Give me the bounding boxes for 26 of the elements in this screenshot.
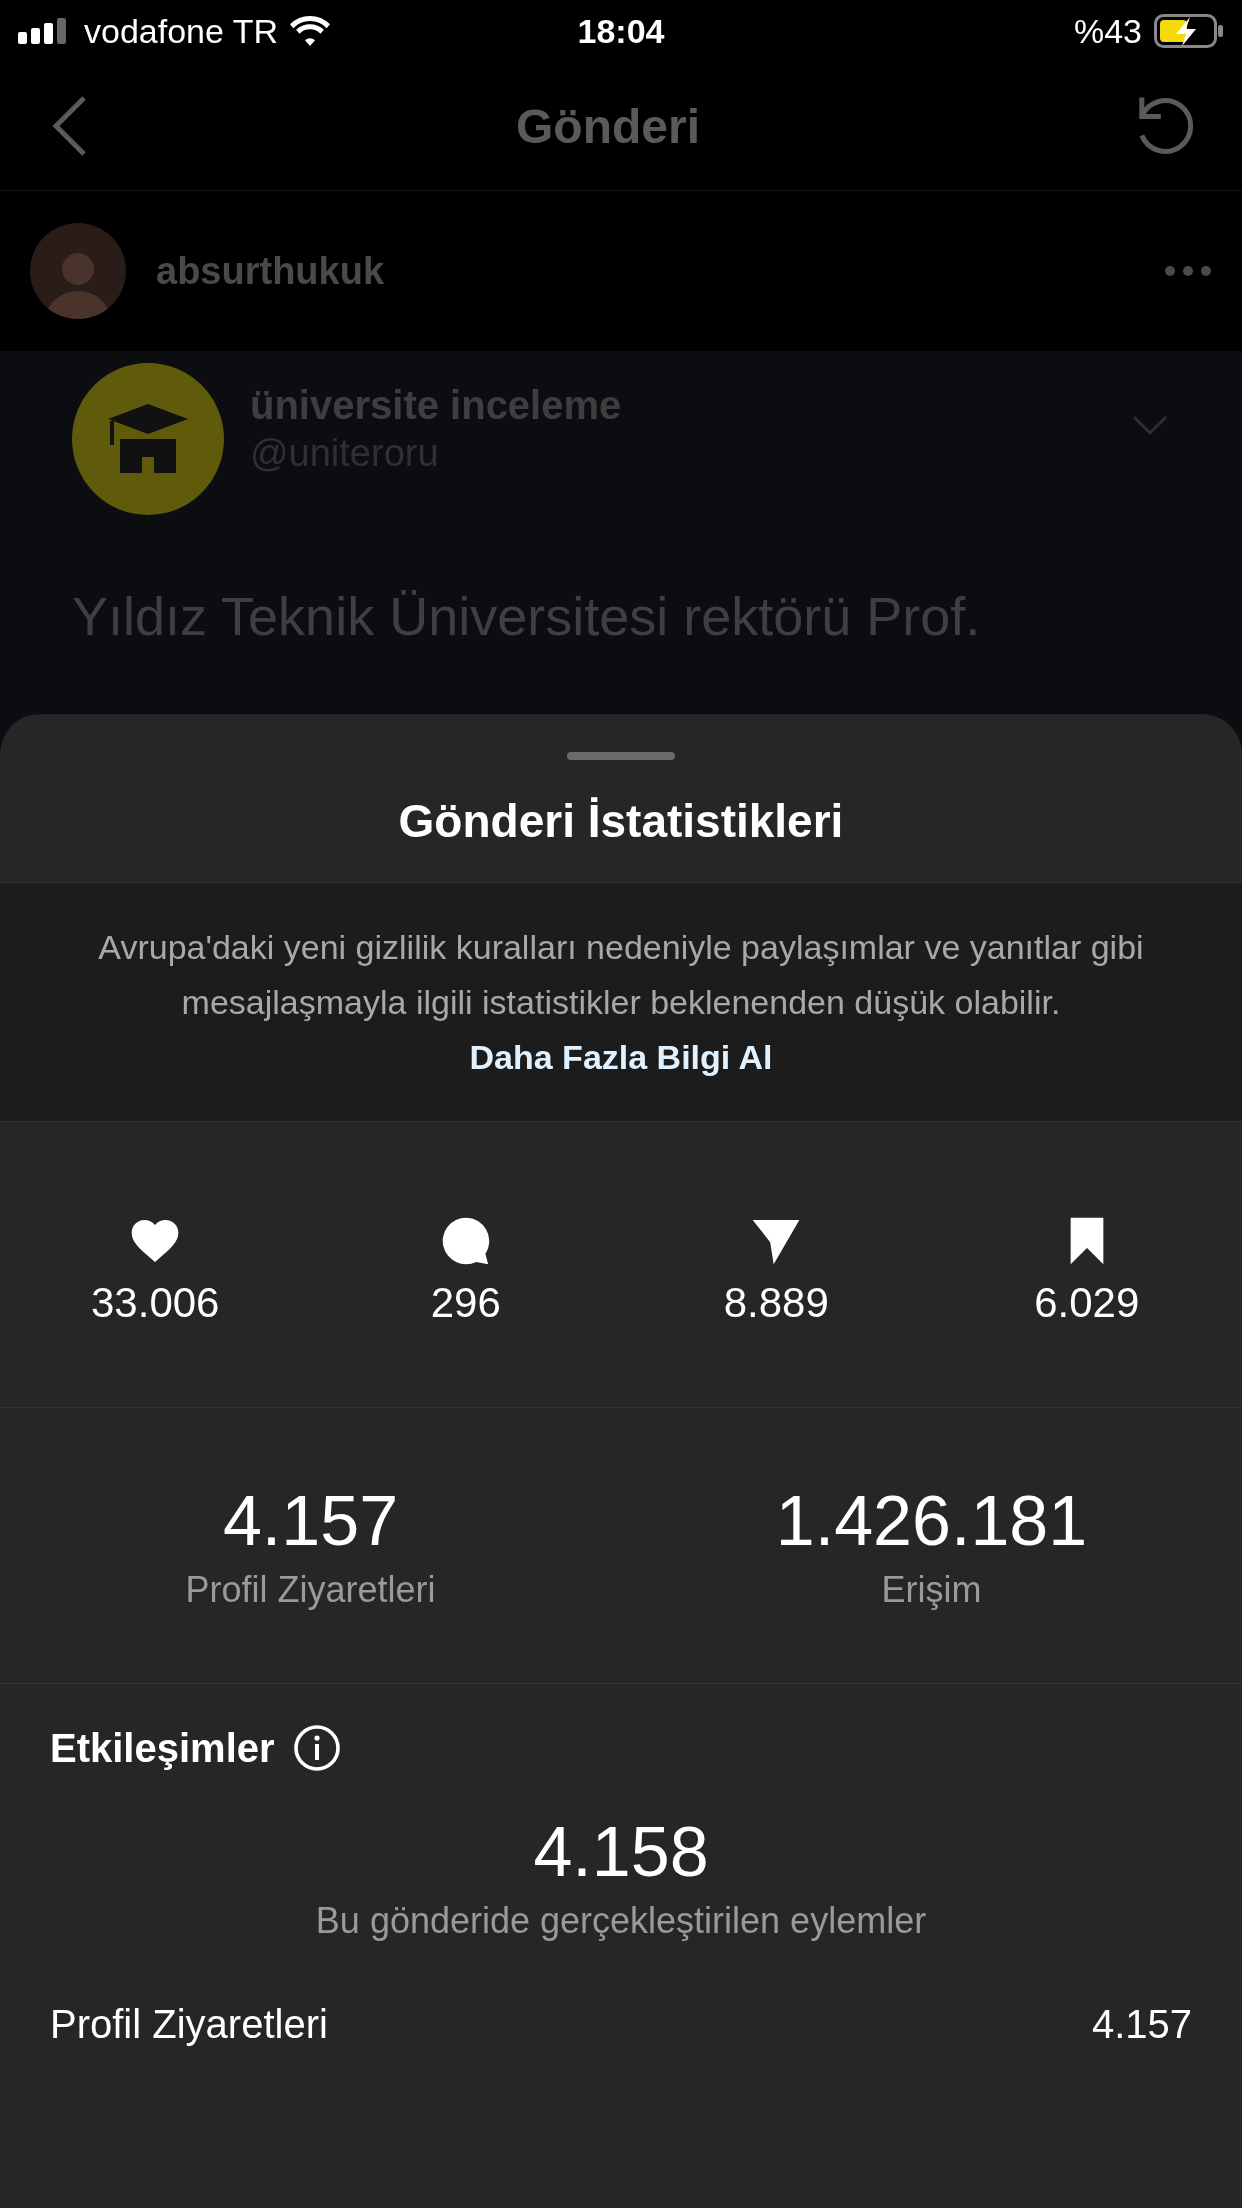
privacy-notice: Avrupa'daki yeni gizlilik kuralları nedeniyle paylaşımlar ve yanıtlar gibi mesajlaşmayla ilgili istatistikler beklenenden düşük olabilir. Daha Fazla Bilgi Al — [97, 926, 1145, 1078]
row-value: 4.157 — [1091, 2002, 1192, 2047]
metric-label: Erişim — [881, 1568, 982, 1611]
stat-count: 33.006 — [91, 1278, 220, 1327]
clock-time: 18:04 — [577, 11, 665, 51]
stat-count: 6.029 — [1034, 1278, 1140, 1327]
stat-count: 296 — [430, 1278, 501, 1327]
sheet-handle[interactable] — [567, 752, 675, 760]
info-icon[interactable] — [292, 1724, 341, 1772]
wifi-icon — [290, 16, 331, 46]
interactions-label: Bu gönderide gerçekleştirilen eylemler — [315, 1900, 927, 1942]
battery-percent: %43 — [1073, 11, 1142, 51]
interactions-value: 4.158 — [533, 1812, 709, 1892]
metric-value: 4.157 — [222, 1480, 399, 1561]
row-label: Profil Ziyaretleri — [50, 2002, 328, 2047]
chevron-down-icon[interactable] — [1130, 413, 1170, 437]
metric-value: 1.426.181 — [775, 1480, 1088, 1561]
section-title: Etkileşimler — [50, 1725, 275, 1771]
more-icon[interactable] — [1164, 265, 1212, 277]
sheet-title: Gönderi İstatistikleri — [398, 794, 844, 849]
page-title: Gönderi — [516, 98, 700, 154]
stat-count: 8.889 — [723, 1278, 829, 1327]
battery-icon — [1154, 14, 1224, 48]
metric-label: Profil Ziyaretleri — [185, 1568, 436, 1611]
learn-more-link[interactable]: Daha Fazla Bilgi Al — [469, 1037, 773, 1076]
carrier-name: vodafone TR — [84, 11, 279, 51]
